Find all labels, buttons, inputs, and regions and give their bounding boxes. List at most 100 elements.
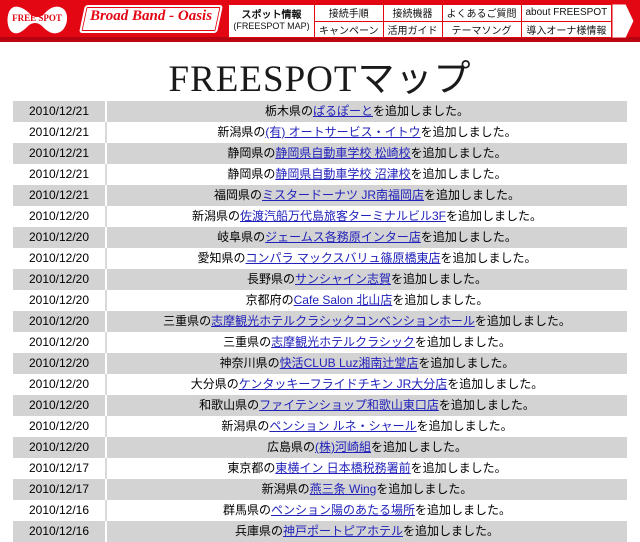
row-description: 新潟県のペンション ルネ・シャールを追加しました。 — [106, 416, 627, 437]
row-suffix: を追加しました。 — [410, 167, 507, 181]
nav-item-spot-info[interactable]: スポット情報 (FREESPOT MAP) — [229, 5, 315, 37]
row-suffix: を追加しました。 — [416, 419, 513, 433]
row-prefecture-prefix: 新潟県の — [191, 209, 240, 223]
row-suffix: を追加しました。 — [418, 356, 515, 370]
table-row: 2010/12/20 大分県のケンタッキーフライドチキン JR大分店を追加しました… — [13, 374, 627, 395]
nav-item-devices[interactable]: 接続機器 — [383, 5, 442, 22]
row-suffix: を追加しました。 — [474, 314, 571, 328]
spot-link[interactable]: ぱるぽーと — [313, 104, 373, 118]
spot-link[interactable]: サンシャイン志賀 — [295, 272, 391, 286]
row-prefecture-prefix: 三重県の — [163, 314, 212, 328]
row-description: 大分県のケンタッキーフライドチキン JR大分店を追加しました。 — [106, 374, 627, 395]
spot-link[interactable]: コンパラ マックスバリュ篠原橋東店 — [246, 251, 441, 265]
row-prefecture-prefix: 福岡県の — [213, 188, 262, 202]
row-date: 2010/12/20 — [13, 311, 107, 332]
row-date: 2010/12/16 — [13, 500, 107, 521]
table-row: 2010/12/20 新潟県のペンション ルネ・シャールを追加しました。 — [13, 416, 627, 437]
row-prefecture-prefix: 栃木県の — [264, 104, 313, 118]
row-date: 2010/12/20 — [13, 374, 107, 395]
spot-link[interactable]: ミスタードーナツ JR南福岡店 — [262, 188, 424, 202]
table-row: 2010/12/21 静岡県の静岡県自動車学校 沼津校を追加しました。 — [13, 164, 627, 185]
row-prefecture-prefix: 広島県の — [266, 440, 315, 454]
row-description: 福岡県のミスタードーナツ JR南福岡店を追加しました。 — [106, 185, 627, 206]
nav-item-usage-guide[interactable]: 活用ガイド — [384, 22, 442, 38]
spot-link[interactable]: 静岡県自動車学校 松崎校 — [275, 146, 410, 160]
row-date: 2010/12/21 — [13, 185, 107, 206]
main-nav: スポット情報 (FREESPOT MAP) 接続手順 キャンペーン 接続機器 活… — [228, 4, 613, 38]
row-date: 2010/12/20 — [13, 269, 107, 290]
nav-spot-info-line2: (FREESPOT MAP) — [233, 20, 310, 31]
spot-link[interactable]: 静岡県自動車学校 沼津校 — [275, 167, 410, 181]
freespot-logo[interactable]: FREE SPOT — [4, 2, 82, 38]
row-date: 2010/12/16 — [13, 521, 107, 542]
nav-item-theme-song[interactable]: テーマソング — [443, 22, 521, 38]
row-description: 京都府のCafe Salon 北山店を追加しました。 — [106, 290, 627, 311]
spot-link[interactable]: ジェームス各務原インター店 — [265, 230, 421, 244]
table-row: 2010/12/17 東京都の東横イン 日本橋税務署前を追加しました。 — [13, 458, 627, 479]
spot-link[interactable]: (株)河崎組 — [315, 440, 371, 454]
spot-link[interactable]: (有) オートサービス・イトウ — [265, 125, 420, 139]
row-date: 2010/12/20 — [13, 416, 107, 437]
row-description: 三重県の志摩観光ホテルクラシックを追加しました。 — [106, 332, 627, 353]
row-suffix: を追加しました。 — [392, 293, 489, 307]
row-description: 東京都の東横イン 日本橋税務署前を追加しました。 — [106, 458, 627, 479]
spot-link[interactable]: ペンション陽のあたる場所 — [271, 503, 415, 517]
spot-link[interactable]: 志摩観光ホテルクラシック — [271, 335, 415, 349]
row-suffix: を追加しました。 — [373, 104, 470, 118]
row-description: 兵庫県の神戸ポートピアホテルを追加しました。 — [106, 521, 627, 542]
nav-item-connection-steps[interactable]: 接続手順 — [315, 5, 383, 22]
spot-link[interactable]: ペンション ルネ・シャール — [269, 419, 416, 433]
spot-link[interactable]: Cafe Salon 北山店 — [294, 293, 393, 307]
nav-item-about-freespot[interactable]: about FREESPOT — [521, 5, 612, 22]
nav-item-campaign[interactable]: キャンペーン — [315, 22, 383, 38]
row-prefecture-prefix: 長野県の — [246, 272, 295, 286]
table-row: 2010/12/20 三重県の志摩観光ホテルクラシックコンベンションホールを追加し… — [13, 311, 627, 332]
row-prefecture-prefix: 静岡県の — [227, 146, 276, 160]
spot-link[interactable]: 快活CLUB Luz湘南辻堂店 — [280, 356, 419, 370]
row-date: 2010/12/21 — [13, 122, 107, 143]
spot-link[interactable]: 神戸ポートピアホテル — [283, 524, 403, 538]
row-description: 三重県の志摩観光ホテルクラシックコンベンションホールを追加しました。 — [106, 311, 627, 332]
spot-link[interactable]: 燕三条 Wing — [310, 482, 377, 496]
spot-link[interactable]: 志摩観光ホテルクラシックコンベンションホール — [211, 314, 475, 328]
nav-item-faq[interactable]: よくあるご質問 — [442, 5, 521, 22]
row-suffix: を追加しました。 — [391, 272, 488, 286]
table-row: 2010/12/17 新潟県の燕三条 Wingを追加しました。 — [13, 479, 627, 500]
row-suffix: を追加しました。 — [420, 230, 517, 244]
nav-column-4: about FREESPOT 導入オーナ様情報 — [521, 5, 612, 38]
site-header: FREE SPOT Broad Band - Oasis スポット情報 (FRE… — [0, 0, 640, 45]
row-date: 2010/12/20 — [13, 437, 107, 458]
row-prefecture-prefix: 京都府の — [245, 293, 294, 307]
nav-column-3: よくあるご質問 テーマソング — [442, 5, 522, 38]
row-date: 2010/12/20 — [13, 332, 107, 353]
row-suffix: を追加しました。 — [447, 377, 544, 391]
nav-column-2: 接続機器 活用ガイド — [383, 5, 443, 38]
row-suffix: を追加しました。 — [414, 335, 511, 349]
row-date: 2010/12/21 — [13, 164, 107, 185]
table-row: 2010/12/20 神奈川県の快活CLUB Luz湘南辻堂店を追加しました。 — [13, 353, 627, 374]
spot-link[interactable]: 佐渡汽船万代島旅客ターミナルビル3F — [240, 209, 446, 223]
table-row: 2010/12/20 広島県の(株)河崎組を追加しました。 — [13, 437, 627, 458]
row-prefecture-prefix: 新潟県の — [221, 419, 270, 433]
table-row: 2010/12/21 福岡県のミスタードーナツ JR南福岡店を追加しました。 — [13, 185, 627, 206]
nav-item-owner-info[interactable]: 導入オーナ様情報 — [522, 22, 612, 38]
spot-link[interactable]: ファイテンショップ和歌山東口店 — [259, 398, 439, 412]
table-row: 2010/12/16 群馬県のペンション陽のあたる場所を追加しました。 — [13, 500, 627, 521]
row-suffix: を追加しました。 — [376, 482, 473, 496]
row-prefecture-prefix: 静岡県の — [227, 167, 276, 181]
row-prefecture-prefix: 愛知県の — [197, 251, 246, 265]
row-suffix: を追加しました。 — [438, 398, 535, 412]
spot-link[interactable]: 東横イン 日本橋税務署前 — [275, 461, 410, 475]
row-prefecture-prefix: 東京都の — [227, 461, 276, 475]
row-description: 長野県のサンシャイン志賀を追加しました。 — [106, 269, 627, 290]
spot-link[interactable]: ケンタッキーフライドチキン JR大分店 — [239, 377, 448, 391]
row-description: 静岡県の静岡県自動車学校 松崎校を追加しました。 — [106, 143, 627, 164]
row-description: 新潟県の燕三条 Wingを追加しました。 — [106, 479, 627, 500]
row-description: 和歌山県のファイテンショップ和歌山東口店を追加しました。 — [106, 395, 627, 416]
row-prefecture-prefix: 新潟県の — [261, 482, 310, 496]
row-prefecture-prefix: 三重県の — [223, 335, 272, 349]
row-prefecture-prefix: 兵庫県の — [234, 524, 283, 538]
table-row: 2010/12/20 新潟県の佐渡汽船万代島旅客ターミナルビル3Fを追加しました。 — [13, 206, 627, 227]
row-suffix: を追加しました。 — [446, 209, 543, 223]
row-description: 愛知県のコンパラ マックスバリュ篠原橋東店を追加しました。 — [106, 248, 627, 269]
